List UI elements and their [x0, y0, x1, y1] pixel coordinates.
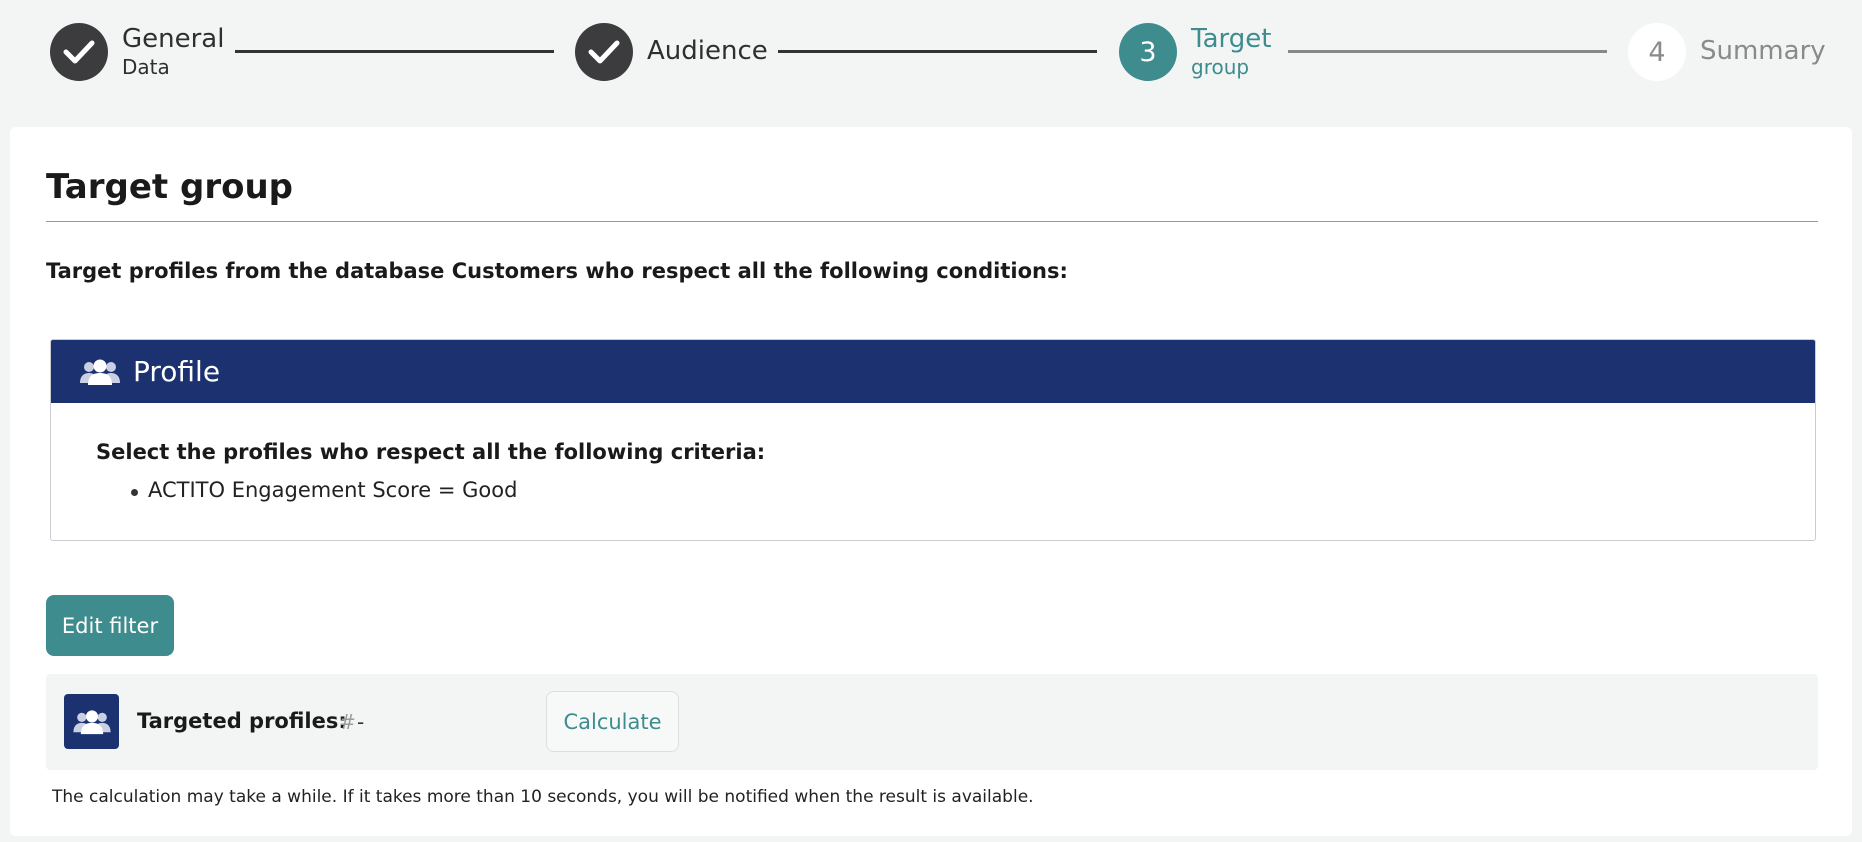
edit-filter-button[interactable]: Edit filter — [46, 595, 174, 656]
targeted-profiles-panel: Targeted profiles: # - Calculate — [46, 674, 1818, 770]
step-number: 4 — [1628, 23, 1686, 81]
step-sublabel: Data — [122, 55, 170, 80]
page-title: Target group — [46, 167, 294, 207]
criteria-item: ACTITO Engagement Score = Good — [131, 478, 517, 502]
calculation-note: The calculation may take a while. If it … — [52, 787, 1034, 807]
step-connector — [1288, 50, 1607, 53]
step-general-data[interactable]: General Data — [50, 22, 224, 82]
users-icon — [64, 694, 119, 749]
step-label: Summary — [1700, 36, 1826, 67]
step-label: Audience — [647, 36, 768, 67]
step-number: 3 — [1119, 23, 1177, 81]
step-connector — [235, 50, 554, 53]
step-complete-check-icon — [575, 23, 633, 81]
step-summary[interactable]: 4 Summary — [1628, 22, 1826, 82]
step-target-group[interactable]: 3 Target group — [1119, 22, 1271, 82]
hash-symbol: # — [339, 710, 356, 734]
profile-criteria-box: Profile Select the profiles who respect … — [50, 339, 1816, 541]
step-label: General — [122, 23, 225, 54]
step-connector — [778, 50, 1097, 53]
criteria-heading: Select the profiles who respect all the … — [96, 440, 766, 464]
stepper: General Data Audience 3 Target group 4 S… — [0, 0, 1862, 118]
calculate-button[interactable]: Calculate — [546, 691, 679, 752]
profile-header-title: Profile — [133, 355, 221, 388]
profile-header: Profile — [51, 340, 1815, 403]
targeted-profiles-value: - — [357, 710, 365, 734]
step-audience[interactable]: Audience — [575, 22, 768, 82]
title-divider — [46, 221, 1818, 222]
users-icon — [80, 359, 120, 385]
step-label: Target — [1191, 23, 1272, 54]
intro-text: Target profiles from the database Custom… — [46, 259, 1068, 283]
targeted-profiles-label: Targeted profiles: — [137, 709, 347, 733]
step-complete-check-icon — [50, 23, 108, 81]
criteria-list: ACTITO Engagement Score = Good — [131, 478, 517, 502]
target-group-card: Target group Target profiles from the da… — [10, 127, 1852, 836]
step-sublabel: group — [1191, 55, 1250, 80]
